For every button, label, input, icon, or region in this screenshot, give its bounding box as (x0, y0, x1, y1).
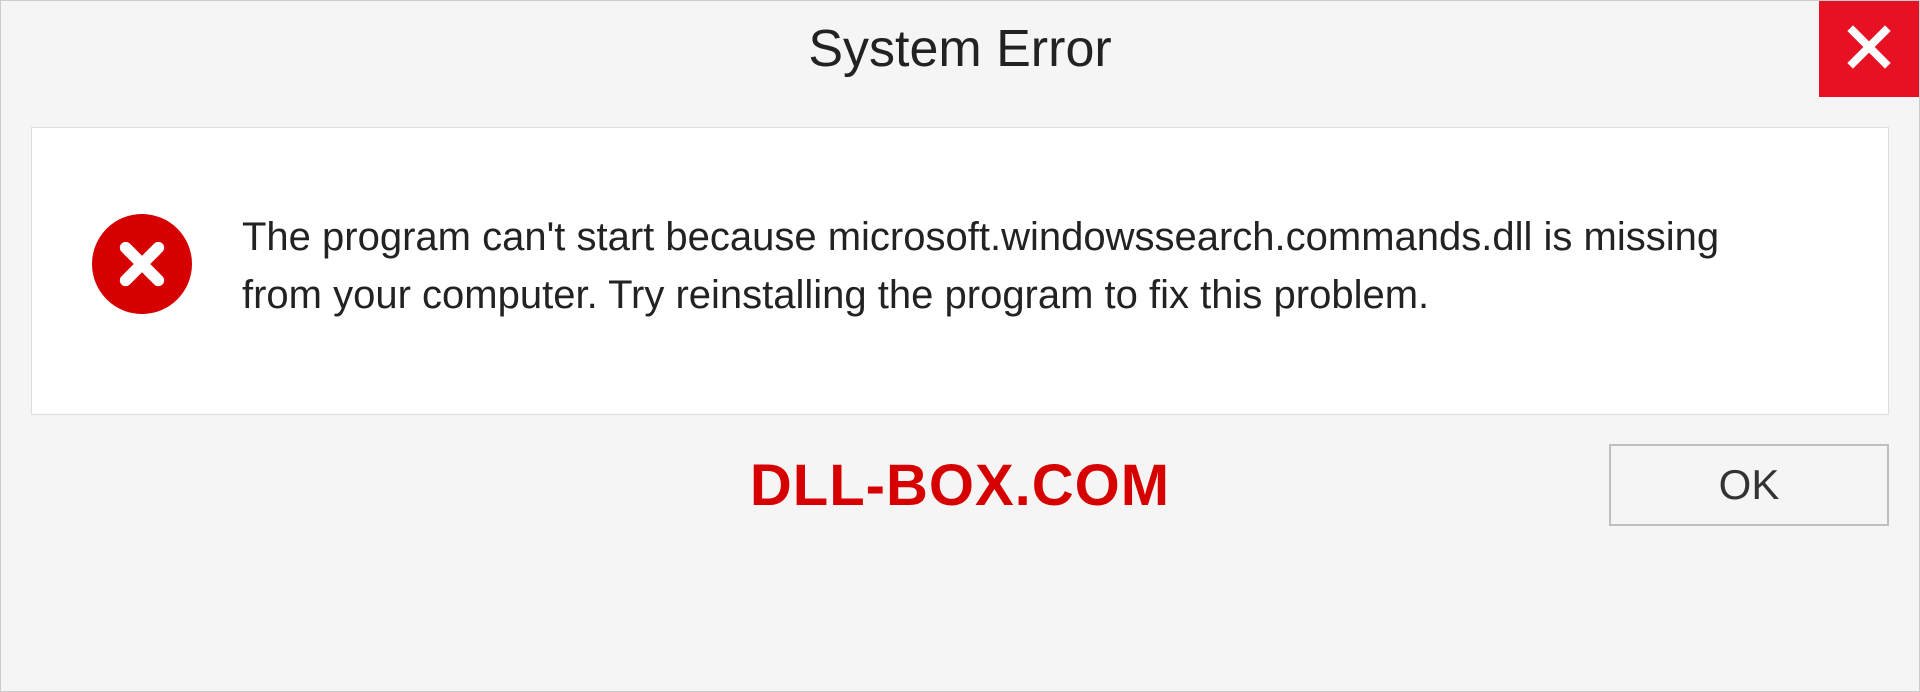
ok-button[interactable]: OK (1609, 444, 1889, 526)
error-icon (92, 214, 192, 314)
content-panel: The program can't start because microsof… (31, 127, 1889, 415)
titlebar: System Error (1, 1, 1919, 97)
error-dialog: System Error The program can't start bec… (0, 0, 1920, 692)
watermark-text: DLL-BOX.COM (750, 452, 1170, 519)
close-icon (1845, 23, 1893, 76)
dialog-title: System Error (808, 19, 1111, 79)
error-message: The program can't start because microsof… (242, 208, 1792, 324)
dialog-footer: DLL-BOX.COM OK (1, 415, 1919, 555)
ok-button-label: OK (1719, 461, 1780, 509)
close-button[interactable] (1819, 1, 1919, 97)
